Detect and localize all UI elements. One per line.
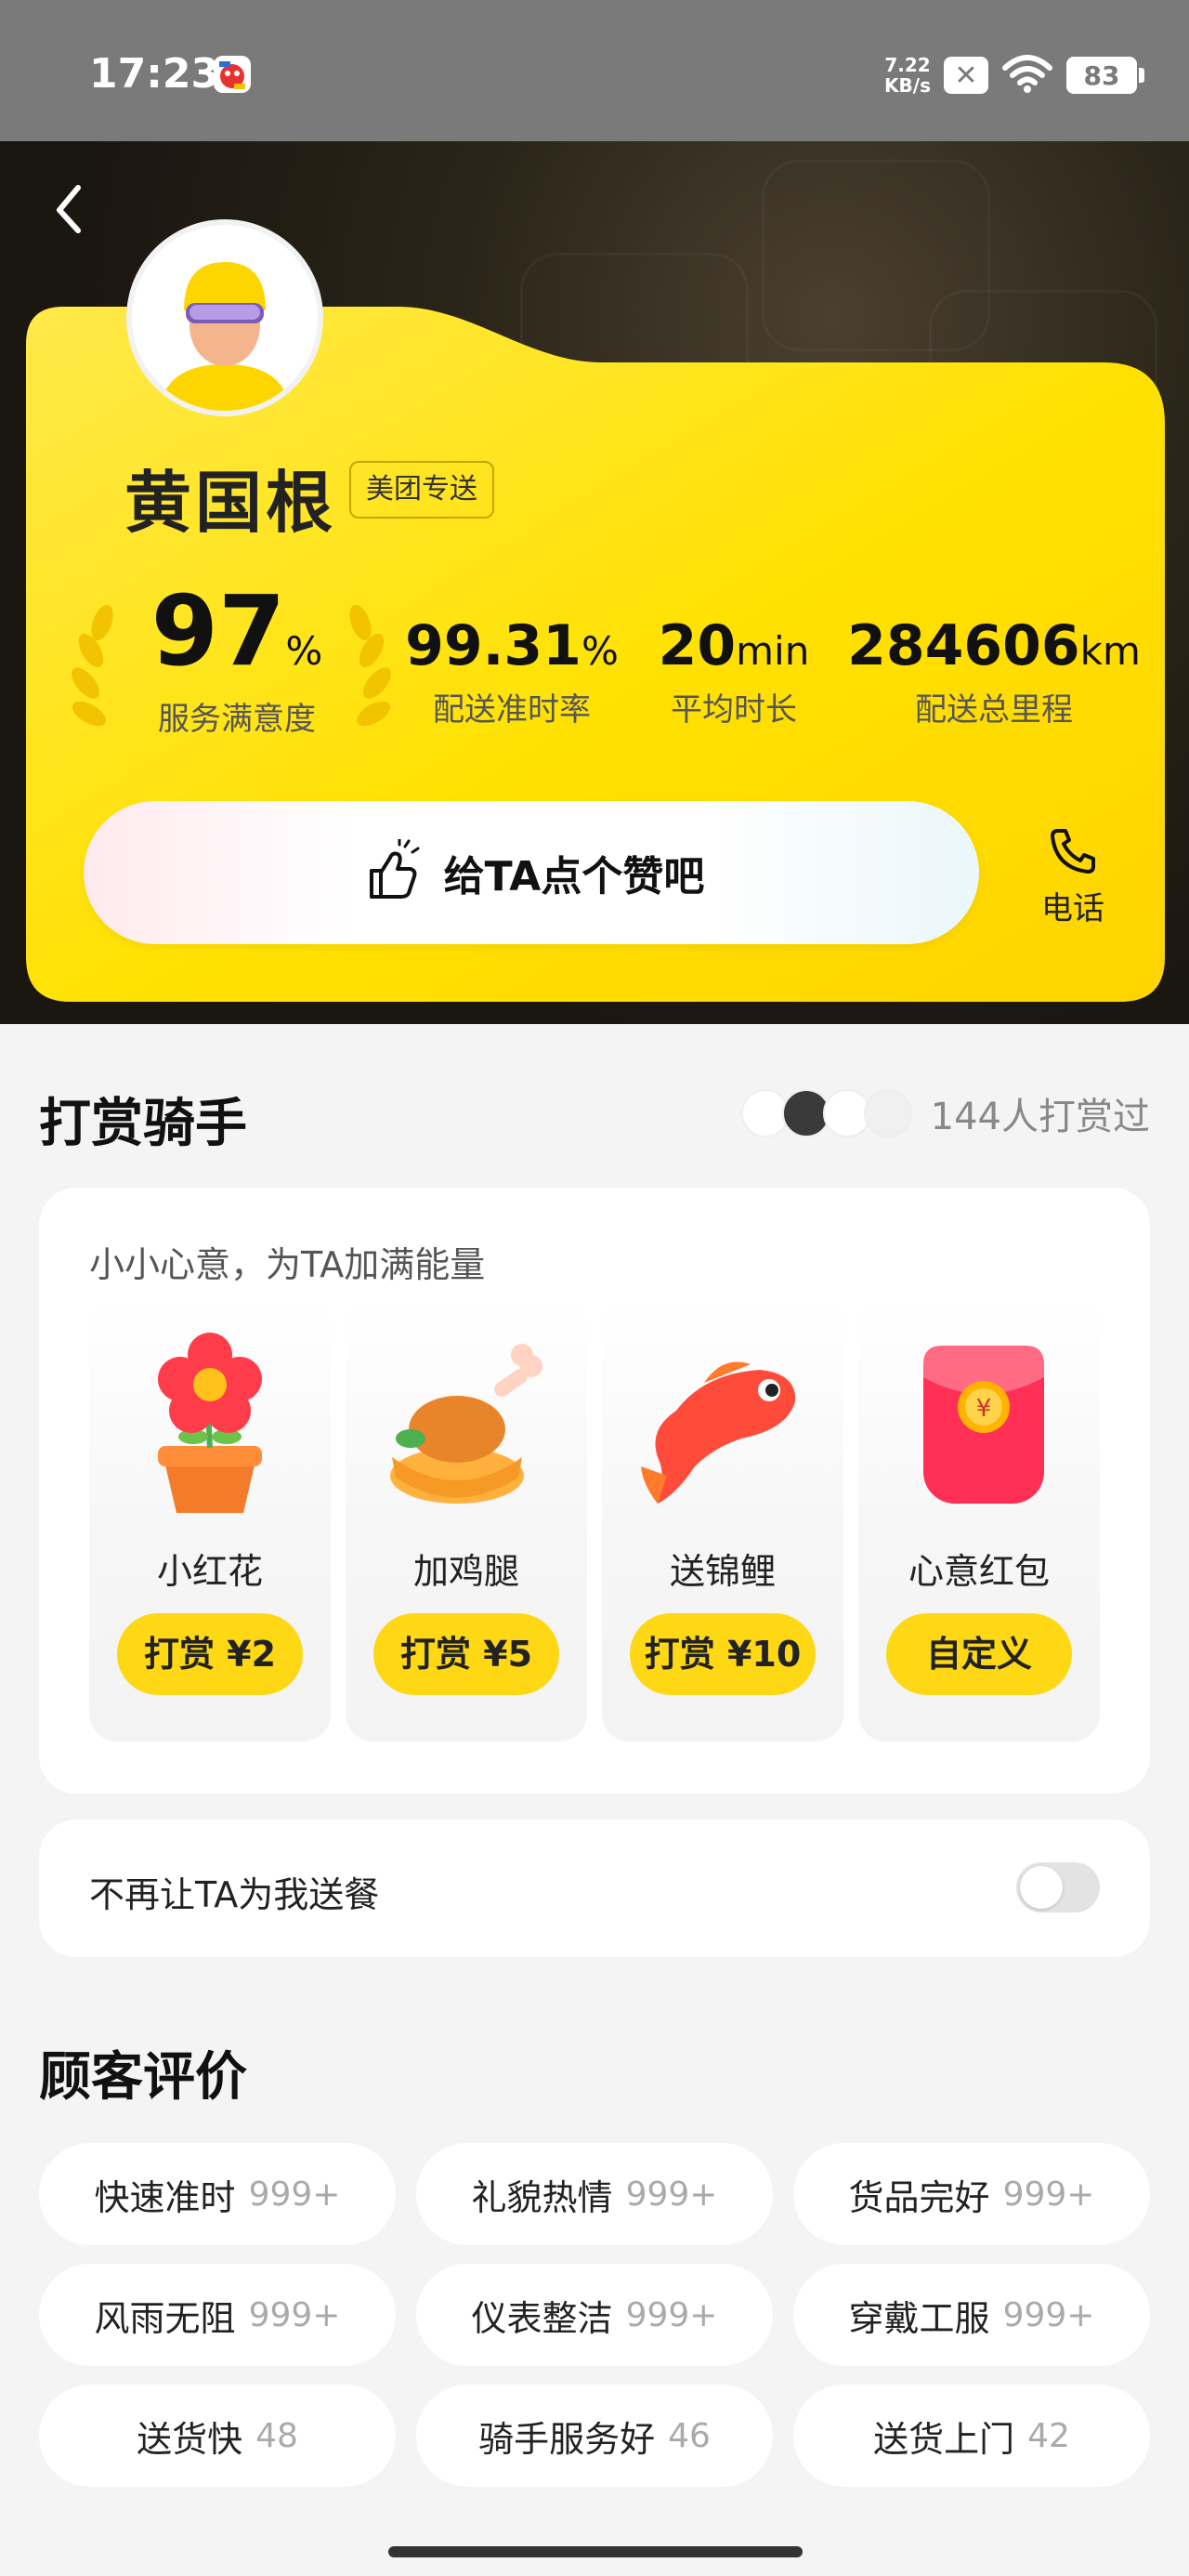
review-tag[interactable]: 骑手服务好 46 xyxy=(416,2385,773,2487)
speed-value: 7.22 xyxy=(884,54,931,76)
review-tag-text: 礼貌热情 xyxy=(471,2176,613,2218)
review-tag-count: 999+ xyxy=(1002,2175,1095,2214)
like-rider-button[interactable]: 给TA点个赞吧 xyxy=(84,801,979,944)
gift-item: ¥ 心意红包 自定义 xyxy=(858,1299,1100,1741)
block-rider-toggle[interactable] xyxy=(1016,1862,1100,1912)
stat-unit: % xyxy=(581,628,619,674)
tip-5-button[interactable]: 打赏 ¥5 xyxy=(373,1613,559,1695)
review-tag[interactable]: 礼貌热情 999+ xyxy=(416,2143,773,2245)
laurel-right-icon xyxy=(349,604,391,727)
tip-subtitle: 小小心意，为TA加满能量 xyxy=(89,1244,486,1285)
review-tag-text: 骑手服务好 xyxy=(478,2418,656,2460)
review-tag-text: 风雨无阻 xyxy=(94,2297,236,2339)
stat-on-time-rate: 99.31% 配送准时率 xyxy=(405,613,619,729)
gift-item: 加鸡腿 打赏 ¥5 xyxy=(346,1299,587,1741)
stat-label: 服务满意度 xyxy=(158,701,316,738)
rider-tag-badge: 美团专送 xyxy=(349,461,494,519)
stat-value: 284606 xyxy=(847,613,1080,678)
chicken-leg-icon xyxy=(390,1344,542,1504)
stat-unit: % xyxy=(285,628,323,674)
gift-name: 小红花 xyxy=(156,1551,263,1592)
stat-satisfaction: 97% 服务满意度 xyxy=(130,574,344,739)
review-tag[interactable]: 穿戴工服 999+ xyxy=(793,2264,1150,2366)
stat-unit: km xyxy=(1079,628,1141,674)
koi-fish-icon xyxy=(641,1361,796,1504)
reviews-section-title: 顾客评价 xyxy=(39,2047,247,2108)
review-tag-text: 仪表整洁 xyxy=(471,2297,613,2339)
no-sim-icon: ✕ xyxy=(944,57,988,94)
phone-label: 电话 xyxy=(1041,890,1104,927)
review-tag-count: 42 xyxy=(1027,2416,1070,2455)
review-tag[interactable]: 货品完好 999+ xyxy=(793,2143,1150,2245)
stat-avg-duration: 20min 平均时长 xyxy=(641,613,827,729)
like-button-label: 给TA点个赞吧 xyxy=(443,853,705,900)
phone-icon xyxy=(1051,829,1095,874)
stat-value: 99.31 xyxy=(405,613,581,678)
review-tag-text: 货品完好 xyxy=(848,2176,990,2218)
gift-name: 送锦鲤 xyxy=(669,1551,776,1592)
review-tag[interactable]: 送货快 48 xyxy=(39,2385,396,2487)
home-indicator[interactable] xyxy=(388,2546,803,2557)
review-tag-count: 999+ xyxy=(1002,2295,1095,2334)
app-notification-icon xyxy=(214,56,251,93)
chevron-left-icon xyxy=(57,185,81,233)
review-tag-text: 送货上门 xyxy=(873,2418,1015,2460)
block-rider-label: 不再让TA为我送餐 xyxy=(89,1874,380,1915)
gift-item: 送锦鲤 打赏 ¥10 xyxy=(602,1299,843,1741)
gift-name: 加鸡腿 xyxy=(412,1551,519,1592)
stat-value: 97 xyxy=(150,574,286,688)
review-tag[interactable]: 快速准时 999+ xyxy=(39,2143,396,2245)
status-indicators: 7.22 KB/s ✕ 83 xyxy=(884,52,1144,99)
review-tag-count: 999+ xyxy=(625,2295,718,2334)
review-tag[interactable]: 仪表整洁 999+ xyxy=(416,2264,773,2366)
phone-button[interactable]: 电话 xyxy=(1031,825,1115,927)
network-speed: 7.22 KB/s xyxy=(884,55,931,96)
stat-label: 配送准时率 xyxy=(433,691,591,729)
more-tippers-icon xyxy=(863,1089,912,1137)
thumbs-up-icon xyxy=(369,839,420,899)
speed-unit: KB/s xyxy=(884,74,931,97)
tip-10-button[interactable]: 打赏 ¥10 xyxy=(630,1613,816,1695)
stat-total-mileage: 284606km 配送总里程 xyxy=(845,613,1143,729)
laurel-left-icon xyxy=(72,604,113,727)
review-tag-text: 送货快 xyxy=(137,2418,243,2460)
review-tag-text: 穿戴工服 xyxy=(848,2297,990,2339)
rider-name: 黄国根 xyxy=(124,464,337,542)
review-tag-count: 999+ xyxy=(248,2295,341,2334)
review-tag-count: 46 xyxy=(668,2416,711,2455)
custom-tip-button[interactable]: 自定义 xyxy=(886,1613,1072,1695)
tip-section-title: 打赏骑手 xyxy=(39,1094,247,1154)
flower-icon xyxy=(158,1333,262,1513)
battery-indicator: 83 xyxy=(1066,57,1144,94)
status-time: 17:23 xyxy=(89,50,220,98)
review-tag-count: 999+ xyxy=(248,2175,341,2214)
stat-label: 配送总里程 xyxy=(915,691,1073,729)
tippers-summary[interactable]: 144人打赏过 xyxy=(740,1085,1150,1141)
status-bar: 17:23 7.22 KB/s ✕ 83 xyxy=(0,0,1189,141)
review-tag[interactable]: 风雨无阻 999+ xyxy=(39,2264,396,2366)
rider-avatar xyxy=(132,225,318,411)
stat-label: 平均时长 xyxy=(671,691,797,729)
tipper-count: 144人打赏过 xyxy=(930,1096,1150,1138)
gift-item: 小红花 打赏 ¥2 xyxy=(89,1299,331,1741)
review-tag[interactable]: 送货上门 42 xyxy=(793,2385,1150,2487)
wifi-icon xyxy=(1001,53,1053,98)
back-button[interactable] xyxy=(45,177,97,242)
red-envelope-icon: ¥ xyxy=(923,1346,1044,1504)
review-tag-text: 快速准时 xyxy=(94,2176,236,2218)
stat-unit: min xyxy=(736,628,810,674)
review-tag-count: 999+ xyxy=(625,2175,718,2214)
stat-value: 20 xyxy=(658,613,737,678)
svg-text:¥: ¥ xyxy=(976,1395,992,1423)
tip-2-button[interactable]: 打赏 ¥2 xyxy=(117,1613,303,1695)
gift-name: 心意红包 xyxy=(908,1551,1050,1592)
review-tag-count: 48 xyxy=(255,2416,298,2455)
